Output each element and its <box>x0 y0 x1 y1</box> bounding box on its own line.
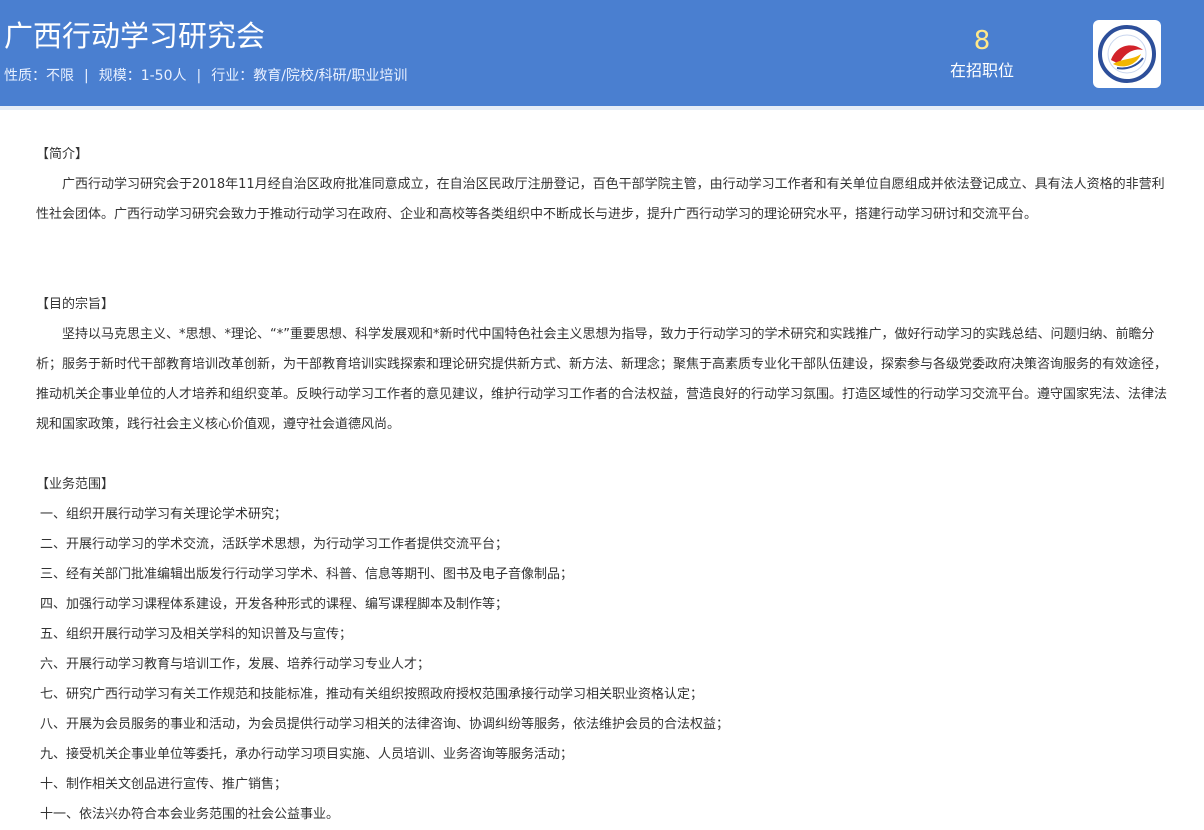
scope-item: 六、开展行动学习教育与培训工作，发展、培养行动学习专业人才； <box>40 657 431 672</box>
scope-item: 三、经有关部门批准编辑出版发行行动学习学术、科普、信息等期刊、图书及电子音像制品… <box>40 567 574 582</box>
scope-item: 二、开展行动学习的学术交流，活跃学术思想，为行动学习工作者提供交流平台； <box>40 537 509 552</box>
org-logo <box>1093 20 1161 88</box>
open-jobs-count: 8 <box>973 26 991 56</box>
org-name: 广西行动学习研究会 <box>4 19 266 53</box>
intro-title: 【简介】 <box>36 147 89 162</box>
open-jobs-label: 在招职位 <box>949 61 1014 80</box>
org-scale: 规模：1-50人 <box>98 68 187 84</box>
scope-item: 一、组织开展行动学习有关理论学术研究； <box>40 507 288 522</box>
scope-item: 十、制作相关文创品进行宣传、推广销售； <box>40 777 288 792</box>
scope-item: 七、研究广西行动学习有关工作规范和技能标准，推动有关组织按照政府授权范围承接行动… <box>40 687 704 702</box>
meta-separator: | <box>84 68 89 84</box>
org-industry: 行业：教育/院校/科研/职业培训 <box>211 68 408 84</box>
purpose-title: 【目的宗旨】 <box>36 297 115 312</box>
scope-item: 八、开展为会员服务的事业和活动，为会员提供行动学习相关的法律咨询、协调纠纷等服务… <box>40 717 730 732</box>
scope-item: 五、组织开展行动学习及相关学科的知识普及与宣传； <box>40 627 353 642</box>
company-header: 广西行动学习研究会 性质：不限 | 规模：1-50人 | 行业：教育/院校/科研/职业培… <box>0 0 1204 106</box>
org-meta: 性质：不限 | 规模：1-50人 | 行业：教育/院校/科研/职业培训 <box>4 66 407 86</box>
org-logo-icon <box>1098 25 1156 83</box>
scope-item: 四、加强行动学习课程体系建设，开发各种形式的课程、编写课程脚本及制作等； <box>40 597 509 612</box>
open-jobs-link[interactable]: 8 在招职位 <box>940 24 1024 82</box>
company-profile: 【简介】 广西行动学习研究会于2018年11月经自治区政府批准同意成立，在自治区… <box>36 140 1170 830</box>
header-divider <box>0 106 1204 110</box>
org-nature: 性质：不限 <box>4 68 74 84</box>
intro-text: 广西行动学习研究会于2018年11月经自治区政府批准同意成立，在自治区民政厅注册… <box>36 177 1165 222</box>
scope-item: 十一、依法兴办符合本会业务范围的社会公益事业。 <box>40 807 340 822</box>
scope-item: 九、接受机关企事业单位等委托，承办行动学习项目实施、人员培训、业务咨询等服务活动… <box>40 747 574 762</box>
meta-separator: | <box>196 68 202 84</box>
purpose-text: 坚持以马克思主义、*思想、*理论、“*”重要思想、科学发展观和*新时代中国特色社… <box>36 327 1168 432</box>
scope-title: 【业务范围】 <box>36 477 115 492</box>
